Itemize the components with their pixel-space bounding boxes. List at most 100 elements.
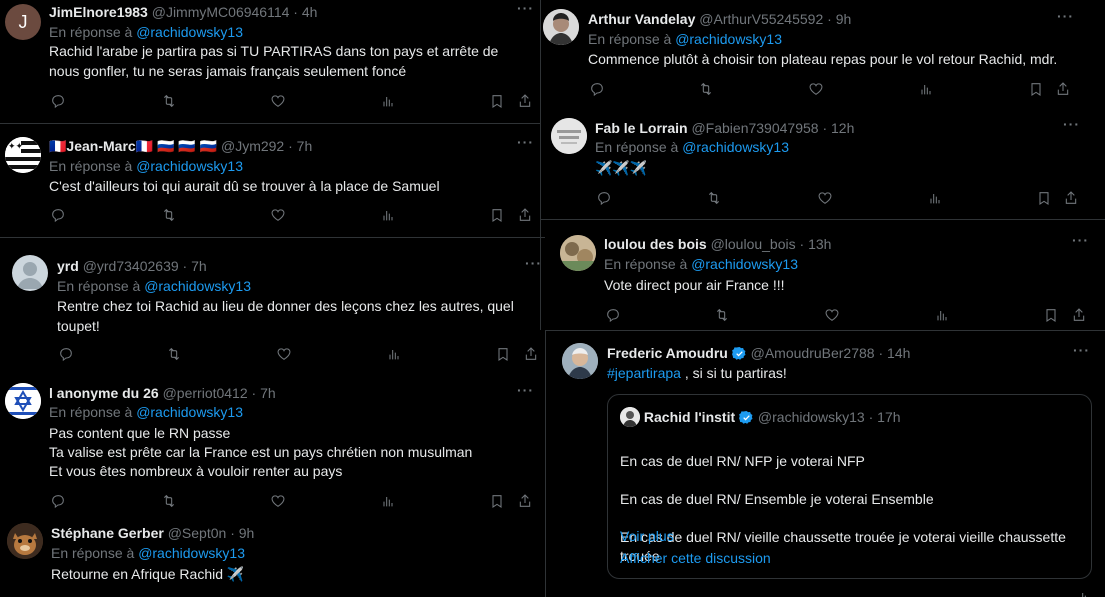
- like-icon[interactable]: [816, 189, 834, 207]
- bookmark-icon[interactable]: [1027, 80, 1045, 98]
- views-icon[interactable]: [933, 306, 951, 324]
- reply-to-link[interactable]: @rachidowsky13: [136, 158, 243, 174]
- tweet-jean-marc[interactable]: ✦✦ 🇫🇷Jean-Marc🇫🇷 🇷🇺 🇷🇺 🇷🇺 @Jym292 · 7h ·…: [0, 124, 540, 236]
- author-name[interactable]: l anonyme du 26: [49, 385, 159, 401]
- avatar[interactable]: J: [5, 4, 41, 40]
- avatar[interactable]: [560, 235, 596, 271]
- author-name[interactable]: yrd: [57, 258, 79, 274]
- share-icon[interactable]: [522, 345, 540, 363]
- like-icon[interactable]: [823, 306, 841, 324]
- bookmark-icon[interactable]: [1042, 306, 1060, 324]
- tweet-jimelnore[interactable]: J JimElnore1983 @JimmyMC06946114 · 4h ··…: [0, 0, 540, 122]
- views-icon[interactable]: [379, 492, 397, 510]
- reply-icon[interactable]: [49, 206, 67, 224]
- author-handle[interactable]: @yrd73402639: [83, 258, 179, 274]
- author-handle[interactable]: @loulou_bois: [711, 236, 796, 252]
- reply-to-link[interactable]: @rachidowsky13: [675, 31, 782, 47]
- tweet-time[interactable]: 7h: [297, 138, 313, 154]
- tweet-frederic[interactable]: Frederic Amoudru @AmoudruBer2788 · 14h ·…: [546, 331, 1105, 597]
- retweet-icon[interactable]: [165, 345, 183, 363]
- avatar[interactable]: [543, 9, 579, 45]
- more-icon[interactable]: ···: [1063, 116, 1080, 132]
- author-name[interactable]: loulou des bois: [604, 236, 707, 252]
- tweet-time[interactable]: 14h: [887, 345, 910, 361]
- author-name[interactable]: Stéphane Gerber: [51, 525, 164, 541]
- tweet-arthur[interactable]: Arthur Vandelay @ArthurV55245592 · 9h ··…: [541, 0, 1105, 105]
- avatar[interactable]: [551, 118, 587, 154]
- reply-icon[interactable]: [588, 80, 606, 98]
- tweet-time[interactable]: 9h: [239, 525, 255, 541]
- reply-to-link[interactable]: @rachidowsky13: [691, 256, 798, 272]
- more-icon[interactable]: ···: [1073, 342, 1090, 358]
- retweet-icon[interactable]: [160, 92, 178, 110]
- author-name[interactable]: Fab le Lorrain: [595, 120, 688, 136]
- share-icon[interactable]: [1062, 189, 1080, 207]
- author-handle[interactable]: @perriot0412: [163, 385, 248, 401]
- quoted-tweet[interactable]: Rachid l'instit @rachidowsky13 · 17h En …: [607, 394, 1092, 597]
- tweet-fab[interactable]: Fab le Lorrain @Fabien739047958 · 12h ··…: [541, 108, 1105, 218]
- show-more-link[interactable]: Voir plus: [620, 528, 674, 544]
- quote-avatar[interactable]: [620, 407, 640, 427]
- views-icon[interactable]: [379, 206, 397, 224]
- tweet-loulou[interactable]: loulou des bois @loulou_bois · 13h ··· E…: [546, 222, 1105, 327]
- author-handle[interactable]: @Fabien739047958: [691, 120, 818, 136]
- hashtag-link[interactable]: #jepartirapa: [607, 365, 681, 381]
- bookmark-icon[interactable]: [1035, 189, 1053, 207]
- like-icon[interactable]: [807, 80, 825, 98]
- more-icon[interactable]: ···: [517, 134, 534, 150]
- reply-icon[interactable]: [49, 92, 67, 110]
- tweet-time[interactable]: 9h: [836, 11, 852, 27]
- author-handle[interactable]: @AmoudruBer2788: [751, 345, 875, 361]
- like-icon[interactable]: [269, 92, 287, 110]
- retweet-icon[interactable]: [160, 206, 178, 224]
- author-handle[interactable]: @Sept0n: [168, 525, 227, 541]
- more-icon[interactable]: ···: [517, 0, 534, 16]
- tweet-time[interactable]: 13h: [808, 236, 831, 252]
- tweet-time[interactable]: 7h: [260, 385, 276, 401]
- author-handle[interactable]: @JimmyMC06946114: [152, 4, 290, 20]
- share-icon[interactable]: [516, 92, 534, 110]
- reply-to-link[interactable]: @rachidowsky13: [138, 545, 245, 561]
- reply-to-link[interactable]: @rachidowsky13: [136, 24, 243, 40]
- tweet-anonyme[interactable]: l anonyme du 26 @perriot0412 · 7h ··· En…: [0, 370, 545, 510]
- avatar[interactable]: ✦✦: [5, 137, 41, 173]
- quote-author-name[interactable]: Rachid l'instit: [644, 409, 735, 425]
- retweet-icon[interactable]: [160, 492, 178, 510]
- retweet-icon[interactable]: [705, 189, 723, 207]
- share-icon[interactable]: [1070, 306, 1088, 324]
- views-icon[interactable]: [1076, 589, 1094, 597]
- reply-to-link[interactable]: @rachidowsky13: [682, 139, 789, 155]
- reply-to-link[interactable]: @rachidowsky13: [136, 404, 243, 420]
- author-name[interactable]: JimElnore1983: [49, 4, 148, 20]
- views-icon[interactable]: [385, 345, 403, 363]
- retweet-icon[interactable]: [697, 80, 715, 98]
- avatar[interactable]: [12, 255, 48, 291]
- share-icon[interactable]: [516, 492, 534, 510]
- more-icon[interactable]: ···: [517, 382, 534, 398]
- more-icon[interactable]: ···: [1057, 8, 1074, 24]
- more-icon[interactable]: ···: [1072, 232, 1089, 248]
- views-icon[interactable]: [379, 92, 397, 110]
- bookmark-icon[interactable]: [488, 92, 506, 110]
- views-icon[interactable]: [917, 80, 935, 98]
- tweet-yrd[interactable]: yrd @yrd73402639 · 7h ··· En réponse à @…: [0, 238, 545, 368]
- author-name[interactable]: Frederic Amoudru: [607, 345, 728, 361]
- bookmark-icon[interactable]: [494, 345, 512, 363]
- reply-icon[interactable]: [604, 306, 622, 324]
- show-thread-link[interactable]: Afficher cette discussion: [620, 550, 771, 566]
- tweet-time[interactable]: 12h: [831, 120, 854, 136]
- views-icon[interactable]: [926, 189, 944, 207]
- tweet-time[interactable]: 7h: [191, 258, 207, 274]
- reply-icon[interactable]: [57, 345, 75, 363]
- author-handle[interactable]: @ArthurV55245592: [699, 11, 823, 27]
- tweet-stephane[interactable]: Stéphane Gerber @Sept0n · 9h En réponse …: [0, 512, 545, 597]
- share-icon[interactable]: [1054, 80, 1072, 98]
- author-handle[interactable]: @Jym292: [221, 138, 284, 154]
- reply-to-link[interactable]: @rachidowsky13: [144, 278, 251, 294]
- author-name[interactable]: 🇫🇷Jean-Marc🇫🇷 🇷🇺 🇷🇺 🇷🇺: [49, 138, 217, 154]
- reply-icon[interactable]: [49, 492, 67, 510]
- author-name[interactable]: Arthur Vandelay: [588, 11, 695, 27]
- retweet-icon[interactable]: [713, 306, 731, 324]
- avatar[interactable]: [5, 383, 41, 419]
- share-icon[interactable]: [516, 206, 534, 224]
